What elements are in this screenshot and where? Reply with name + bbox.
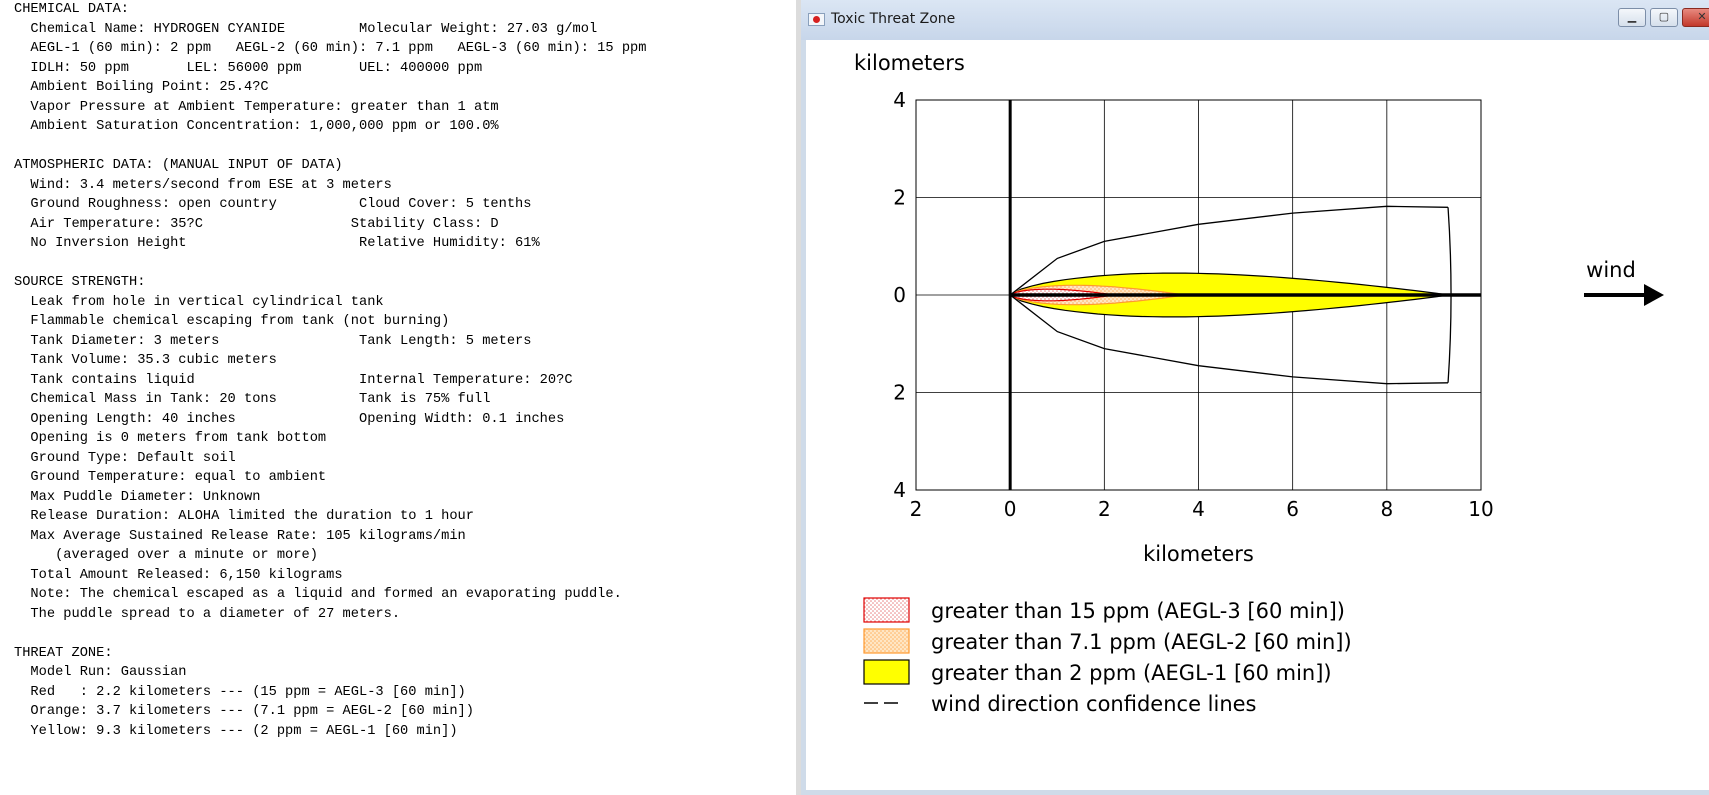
close-icon: ✕ [1697, 11, 1707, 23]
wind-label: wind [1586, 258, 1636, 282]
legend-label: greater than 2 ppm (AEGL-1 [60 min]) [931, 661, 1332, 685]
window-title: Toxic Threat Zone [831, 11, 956, 27]
text-summary-panel[interactable]: CHEMICAL DATA: Chemical Name: HYDROGEN C… [0, 0, 796, 795]
wind-arrow-head [1644, 284, 1664, 306]
legend-swatch [863, 628, 910, 654]
maximize-icon: ▢ [1658, 11, 1670, 23]
y-tick-label: 2 [893, 186, 906, 210]
x-tick-label: 10 [1468, 497, 1493, 521]
threat-report-text: CHEMICAL DATA: Chemical Name: HYDROGEN C… [14, 2, 647, 739]
minimize-button[interactable]: ▁ [1618, 8, 1646, 27]
x-tick-label: 8 [1380, 497, 1393, 521]
x-tick-label: 6 [1286, 497, 1299, 521]
toxic-threat-zone-window: Toxic Threat Zone ▁ ▢ ✕ 2 0 2 4 6 8 10 4 2 [801, 0, 1709, 795]
y-tick-label: 2 [893, 381, 906, 405]
threat-zone-plot-area: 2 0 2 4 6 8 10 4 2 0 2 4 kilometers kilometers wind gr… [806, 40, 1709, 790]
legend-label: wind direction confidence lines [931, 692, 1257, 716]
close-button[interactable]: ✕ [1682, 8, 1709, 27]
legend-label: greater than 7.1 ppm (AEGL-2 [60 min]) [931, 630, 1352, 654]
legend-label: greater than 15 ppm (AEGL-3 [60 min]) [931, 599, 1345, 623]
window-titlebar[interactable]: Toxic Threat Zone ▁ ▢ ✕ [801, 0, 1709, 40]
legend-swatch [863, 659, 910, 685]
minimize-icon: ▁ [1627, 11, 1637, 23]
legend-swatch [863, 597, 910, 623]
x-tick-label: 2 [910, 497, 923, 521]
x-axis-label: kilometers [1143, 542, 1254, 566]
y-axis-label: kilometers [854, 51, 965, 75]
app-icon [808, 13, 825, 26]
x-tick-label: 4 [1192, 497, 1205, 521]
x-tick-label: 0 [1004, 497, 1017, 521]
y-tick-label: 4 [893, 88, 906, 112]
maximize-button[interactable]: ▢ [1650, 8, 1678, 27]
threat-zone-chart: 2 0 2 4 6 8 1042024kilometerskilometerswind gr… [854, 51, 1664, 716]
y-tick-label: 4 [893, 478, 906, 502]
y-tick-label: 0 [893, 283, 906, 307]
x-tick-label: 2 [1098, 497, 1111, 521]
